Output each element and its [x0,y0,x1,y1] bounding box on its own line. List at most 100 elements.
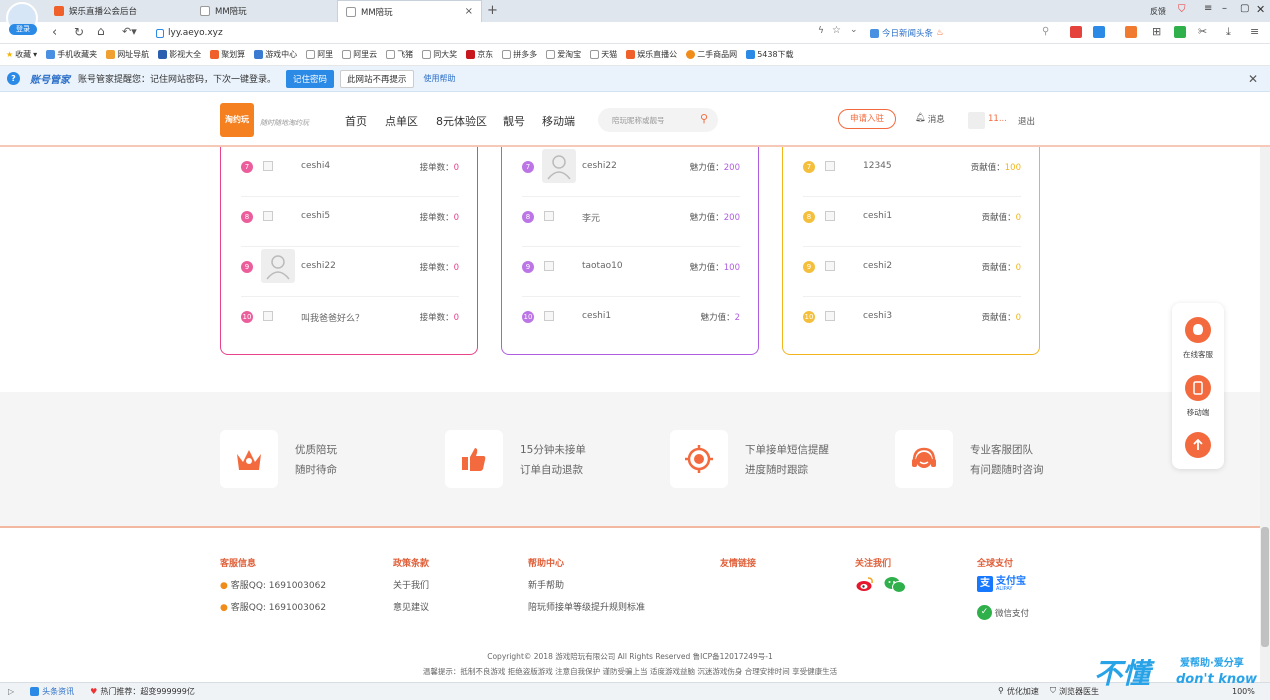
bookmark-item[interactable]: 手机收藏夹 [46,49,97,60]
footer-link[interactable]: 意见建议 [393,600,429,613]
player-name[interactable]: ceshi22 [301,261,336,271]
broken-image-icon[interactable] [544,311,554,321]
nav-home[interactable]: 首页 [345,113,367,129]
ranking-row[interactable]: 7 12345 贡献值：100 [803,147,1021,197]
username[interactable]: 11... [988,114,1007,124]
bookmark-item[interactable]: 阿里云 [342,49,377,60]
refresh-icon[interactable]: ↻ [74,25,84,39]
footer-link[interactable]: 陪玩师接单等级提升规则标准 [528,600,645,613]
bookmark-item[interactable]: 阿里 [306,49,333,60]
broken-image-icon[interactable] [825,211,835,221]
player-name[interactable]: taotao10 [582,261,623,271]
player-name[interactable]: ceshi4 [301,161,330,171]
remember-password-button[interactable]: 记住密码 [286,69,335,88]
bookmark-item[interactable]: 拼多多 [502,49,537,60]
user-avatar[interactable] [968,112,985,129]
never-prompt-button[interactable]: 此网站不再提示 [340,69,414,88]
search-icon[interactable]: ⚲ [700,112,708,125]
doctor-item[interactable]: ⛉ 浏览器医生 [1050,686,1099,697]
grid-icon[interactable]: ⊞ [1152,25,1161,38]
broken-image-icon[interactable] [825,311,835,321]
bookmark-item[interactable]: ★ 收藏 ▾ [6,49,37,60]
messages-link[interactable]: 🔔︎ 消息 [915,113,945,125]
bookmark-item[interactable]: 娱乐直播公 [626,49,677,60]
player-name[interactable]: ceshi3 [863,311,892,321]
ranking-row[interactable]: 9 ceshi22 接单数：0 [241,247,459,297]
undo-icon[interactable]: ↶▾ [122,25,137,38]
broken-image-icon[interactable] [825,261,835,271]
logout-link[interactable]: 退出 [1018,115,1035,127]
avatar[interactable] [261,249,295,283]
ranking-row[interactable]: 10 ceshi3 贡献值：0 [803,297,1021,347]
broken-image-icon[interactable] [825,161,835,171]
news-status-item[interactable]: 头条资讯 [30,686,74,697]
hot-recommend-item[interactable]: ♥ 热门推荐：超变999999亿 [90,686,195,697]
ranking-row[interactable]: 10 叫我爸爸好么？ 接单数：0 [241,297,459,347]
news-link[interactable]: 今日新闻头条 ♨ [870,27,944,39]
zoom-level[interactable]: 100% [1232,687,1255,696]
extension-icon[interactable] [1093,26,1105,38]
bookmark-item[interactable]: 天猫 [590,49,617,60]
bookmark-item[interactable]: 聚划算 [210,49,245,60]
ranking-row[interactable]: 9 taotao10 魅力值：100 [522,247,740,297]
bookmark-item[interactable]: 影视大全 [158,49,201,60]
ranking-row[interactable]: 8 李元 魅力值：200 [522,197,740,247]
online-service-icon[interactable] [1185,317,1211,343]
bookmark-item[interactable]: 5438下载 [746,49,794,60]
bookmark-item[interactable]: 飞猪 [386,49,413,60]
broken-image-icon[interactable] [263,161,273,171]
tab-mm-peiwan-2[interactable]: MM陪玩 × [337,0,482,22]
minimize-icon[interactable]: – [1222,3,1227,14]
player-name[interactable]: ceshi1 [863,211,892,221]
ranking-row[interactable]: 9 ceshi2 贡献值：0 [803,247,1021,297]
close-tab-icon[interactable]: × [465,6,473,17]
nav-trial-zone[interactable]: 8元体验区 [436,113,487,129]
player-name[interactable]: 李元 [582,211,600,224]
bookmark-item[interactable]: 爱淘宝 [546,49,581,60]
apply-button[interactable]: 申请入驻 [838,109,896,129]
footer-link[interactable]: 新手帮助 [528,578,564,591]
broken-image-icon[interactable] [263,311,273,321]
address-input[interactable]: lyy.aeyo.xyz [156,25,866,41]
bookmark-item[interactable]: 二手商品网 [686,49,737,60]
broken-image-icon[interactable] [263,211,273,221]
close-window-icon[interactable]: ✕ [1256,3,1265,16]
maximize-icon[interactable]: ▢ [1240,3,1249,14]
ranking-row[interactable]: 10 ceshi1 魅力值：2 [522,297,740,347]
site-logo[interactable]: 淘约玩 [220,103,254,137]
feedback-link[interactable]: 反馈 [1150,6,1166,17]
bookmark-item[interactable]: 网址导航 [106,49,149,60]
broken-image-icon[interactable] [544,261,554,271]
extension-icon[interactable] [1125,26,1137,38]
new-tab-button[interactable]: + [487,3,498,18]
scissors-icon[interactable]: ✂ [1198,25,1207,38]
download-icon[interactable]: ⤓ [1226,25,1231,39]
arrow-up-icon[interactable] [1185,432,1211,458]
player-name[interactable]: ceshi5 [301,211,330,221]
bookmark-item[interactable]: 京东 [466,49,493,60]
footer-link[interactable]: 关于我们 [393,578,429,591]
nav-vip-number[interactable]: 靓号 [503,113,525,129]
broken-image-icon[interactable] [544,211,554,221]
mobile-label[interactable]: 移动端 [1172,407,1224,418]
star-icon[interactable]: ☆ [832,25,841,36]
help-link[interactable]: 使用帮助 [424,73,456,84]
nav-order-zone[interactable]: 点单区 [385,113,418,129]
wechat-icon[interactable] [884,576,906,594]
login-badge[interactable]: 登录 [9,24,37,35]
search-input[interactable]: 陪玩昵称或靓号 ⚲ [598,108,718,132]
footer-qq-line[interactable]: ● 客服QQ: 1691003062 [220,600,326,613]
back-icon[interactable]: ‹ [52,25,57,40]
lightning-icon[interactable]: ϟ [818,26,824,36]
footer-qq-line[interactable]: ● 客服QQ: 1691003062 [220,578,326,591]
menu-icon[interactable]: ≡ [1250,25,1259,38]
shirt-icon[interactable]: ⛉ [1178,4,1186,15]
bookmark-item[interactable]: 游戏中心 [254,49,297,60]
menu-icon[interactable]: ≡ [1204,3,1212,14]
tab-guild-admin[interactable]: 娱乐直播公会后台 [46,0,191,22]
nav-mobile[interactable]: 移动端 [542,113,575,129]
player-name[interactable]: ceshi2 [863,261,892,271]
sidebar-toggle-icon[interactable]: ▷ [8,687,14,696]
close-notice-icon[interactable]: ✕ [1248,72,1258,86]
weibo-icon[interactable] [856,576,874,592]
